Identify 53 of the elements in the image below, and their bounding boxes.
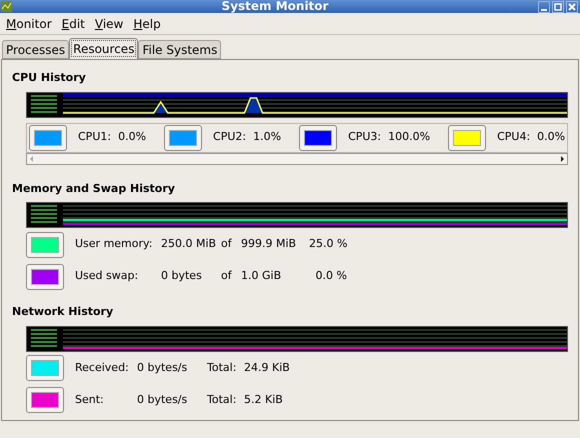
memory-used: 0 bytes [161, 268, 203, 284]
section-heading: Memory and Swap History [12, 180, 176, 196]
menu-item[interactable]: Monitor [1, 14, 57, 32]
maximize-button[interactable] [552, 0, 564, 12]
cpu-label: CPU3: [348, 129, 382, 146]
menu-item[interactable]: Edit [56, 14, 90, 32]
color-picker-button[interactable] [448, 124, 486, 150]
horizontal-scrollbar[interactable] [26, 152, 568, 164]
close-button[interactable] [566, 0, 578, 12]
network-label: Sent: [75, 392, 105, 408]
cpu-value: 0.0% [118, 129, 146, 146]
color-picker-button[interactable] [26, 232, 64, 258]
cpu-label: CPU1: [78, 129, 112, 146]
network-total: 5.2 KiB [244, 392, 283, 408]
menu-item[interactable]: Help [128, 14, 166, 32]
color-picker-button[interactable] [29, 124, 67, 150]
color-picker-button[interactable] [164, 124, 202, 150]
maximize-icon [554, 2, 562, 10]
total-label: Total: [207, 392, 238, 408]
cpu-label: CPU2: [213, 129, 246, 146]
section-heading: Network History [12, 304, 114, 320]
minimize-button[interactable] [538, 0, 550, 12]
tab[interactable]: File Systems [138, 40, 222, 59]
window-title: System Monitor [220, 0, 330, 13]
network-label: Received: [75, 360, 130, 376]
total-label: Total: [207, 360, 238, 376]
memory-total: 999.9 MiB [241, 236, 298, 252]
menu-item[interactable]: View [90, 14, 128, 32]
section-heading: CPU History [12, 70, 87, 86]
color-picker-button[interactable] [299, 124, 338, 150]
cpu-value: 1.0% [253, 129, 282, 146]
memory-used: 250.0 MiB [161, 236, 218, 252]
of-label: of [221, 236, 233, 252]
color-picker-button[interactable] [26, 355, 64, 381]
tab[interactable]: Processes [2, 40, 70, 59]
memory-percent: 25.0 % [309, 236, 347, 252]
cpu-value: 0.0% [537, 129, 566, 146]
memory-label: User memory: [75, 236, 154, 252]
cpu-value: 100.0% [388, 129, 430, 146]
minimize-icon [541, 8, 547, 10]
memory-total: 1.0 GiB [241, 268, 282, 284]
network-rate: 0 bytes/s [137, 360, 188, 376]
close-icon [568, 2, 576, 10]
tab[interactable]: Resources [69, 38, 138, 59]
of-label: of [221, 268, 233, 284]
network-rate: 0 bytes/s [137, 392, 188, 408]
network-total: 24.9 KiB [244, 360, 290, 376]
cpu-label: CPU4: [497, 129, 530, 146]
memory-label: Used swap: [75, 268, 140, 284]
app-icon [1, 1, 12, 12]
memory-percent: 0.0 % [314, 268, 347, 284]
color-picker-button[interactable] [26, 264, 64, 290]
color-picker-button[interactable] [26, 387, 64, 413]
